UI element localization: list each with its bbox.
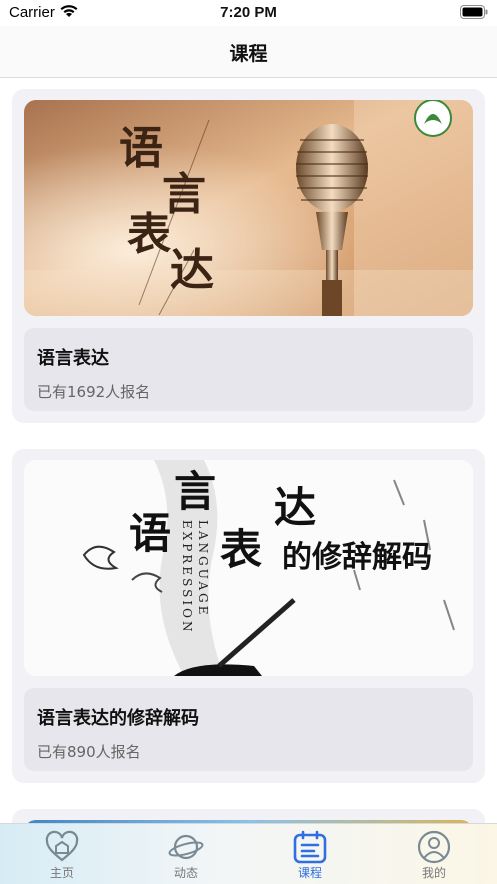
heart-home-icon xyxy=(45,830,79,862)
course-card[interactable] xyxy=(12,809,485,823)
tab-label: 课程 xyxy=(297,866,322,880)
tab-label: 主页 xyxy=(49,866,74,880)
planet-icon xyxy=(168,834,204,860)
banner-english-text: EXPRESSION xyxy=(180,520,194,635)
banner-title-char: 达 xyxy=(170,245,214,296)
course-banner[interactable]: 言 达 语 表 的修辞解码 LANGUAGE EXPRESSION xyxy=(24,460,473,676)
microphone-banner-image xyxy=(24,100,473,316)
page-title: 课程 xyxy=(229,43,268,65)
course-banner[interactable]: 语 言 表 达 xyxy=(24,100,473,316)
banner-title-char: 表 xyxy=(220,525,263,574)
tab-feed[interactable]: 动态 xyxy=(124,824,248,884)
nav-bar: 课程 xyxy=(0,26,497,78)
tab-profile[interactable]: 我的 xyxy=(372,824,496,884)
course-card[interactable]: 言 达 语 表 的修辞解码 LANGUAGE EXPRESSION 语言表达的修… xyxy=(12,449,485,783)
tab-label: 动态 xyxy=(173,866,198,880)
banner-title-char: 语 xyxy=(119,123,163,174)
banner-subtitle: 的修辞解码 xyxy=(282,540,432,575)
course-info[interactable]: 语言表达 已有1692人报名 xyxy=(24,328,473,411)
course-enrollment: 已有890人报名 xyxy=(37,743,141,761)
banner-title-char: 言 xyxy=(174,467,217,516)
banner-title-char: 达 xyxy=(274,483,317,532)
course-card[interactable]: 语 言 表 达 语言表达 已有1692人报名 xyxy=(12,89,485,423)
banner-english-text: LANGUAGE xyxy=(196,520,210,618)
course-enrollment: 已有1692人报名 xyxy=(37,383,151,401)
course-title: 语言表达的修辞解码 xyxy=(37,708,199,729)
tab-courses[interactable]: 课程 xyxy=(248,824,372,884)
course-list[interactable]: 语 言 表 达 语言表达 已有1692人报名 言 达 语 表 的修辞解码 LAN… xyxy=(0,78,497,823)
status-bar: Carrier 7:20 PM xyxy=(0,0,497,26)
user-icon xyxy=(417,830,451,864)
course-title: 语言表达 xyxy=(37,348,109,369)
calendar-list-icon xyxy=(293,830,327,864)
course-info[interactable]: 语言表达的修辞解码 已有890人报名 xyxy=(24,688,473,771)
tab-home[interactable]: 主页 xyxy=(0,824,124,884)
tab-label: 我的 xyxy=(421,866,446,880)
status-time: 7:20 PM xyxy=(220,4,277,21)
banner-title-char: 表 xyxy=(127,209,171,260)
tab-bar: 主页 动态 课程 我的 xyxy=(0,823,497,884)
banner-title-char: 语 xyxy=(129,509,172,558)
battery-icon xyxy=(460,5,488,19)
